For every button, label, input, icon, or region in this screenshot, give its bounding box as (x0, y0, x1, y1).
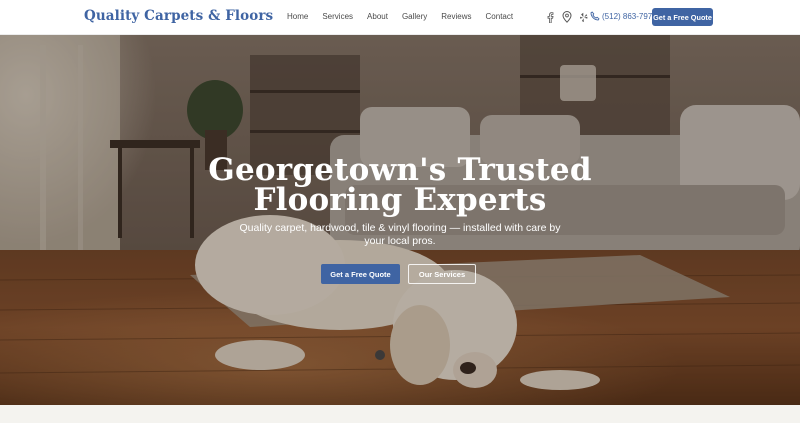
main-nav: Home Services About Gallery Reviews Cont… (287, 12, 527, 21)
facebook-icon[interactable] (544, 10, 556, 24)
brand-logo[interactable]: Quality Carpets & Floors (84, 8, 273, 24)
phone-number: (512) 863-7979 (602, 11, 657, 21)
yelp-icon[interactable] (578, 10, 590, 24)
nav-about[interactable]: About (367, 12, 388, 21)
nav-home[interactable]: Home (287, 12, 308, 21)
site-header: Quality Carpets & Floors Home Services A… (0, 0, 800, 35)
hero-subtitle: Quality carpet, hardwood, tile & vinyl f… (239, 222, 561, 247)
map-pin-icon[interactable] (561, 10, 573, 24)
nav-reviews[interactable]: Reviews (441, 12, 471, 21)
hero-overlay (0, 35, 800, 405)
hero-title: Georgetown's Trusted Flooring Experts (0, 155, 800, 218)
phone-icon (590, 11, 600, 21)
hero-services-button[interactable]: Our Services (408, 264, 476, 284)
nav-gallery[interactable]: Gallery (402, 12, 427, 21)
header-quote-button[interactable]: Get a Free Quote (652, 8, 713, 26)
hero-section: Georgetown's Trusted Flooring Experts Qu… (0, 35, 800, 405)
social-links (544, 10, 595, 24)
nav-services[interactable]: Services (322, 12, 353, 21)
nav-contact[interactable]: Contact (486, 12, 514, 21)
phone-link[interactable]: (512) 863-7979 (590, 11, 657, 21)
hero-quote-button[interactable]: Get a Free Quote (321, 264, 400, 284)
next-section-edge (0, 405, 800, 423)
hero-title-line2: Flooring Experts (253, 182, 547, 218)
